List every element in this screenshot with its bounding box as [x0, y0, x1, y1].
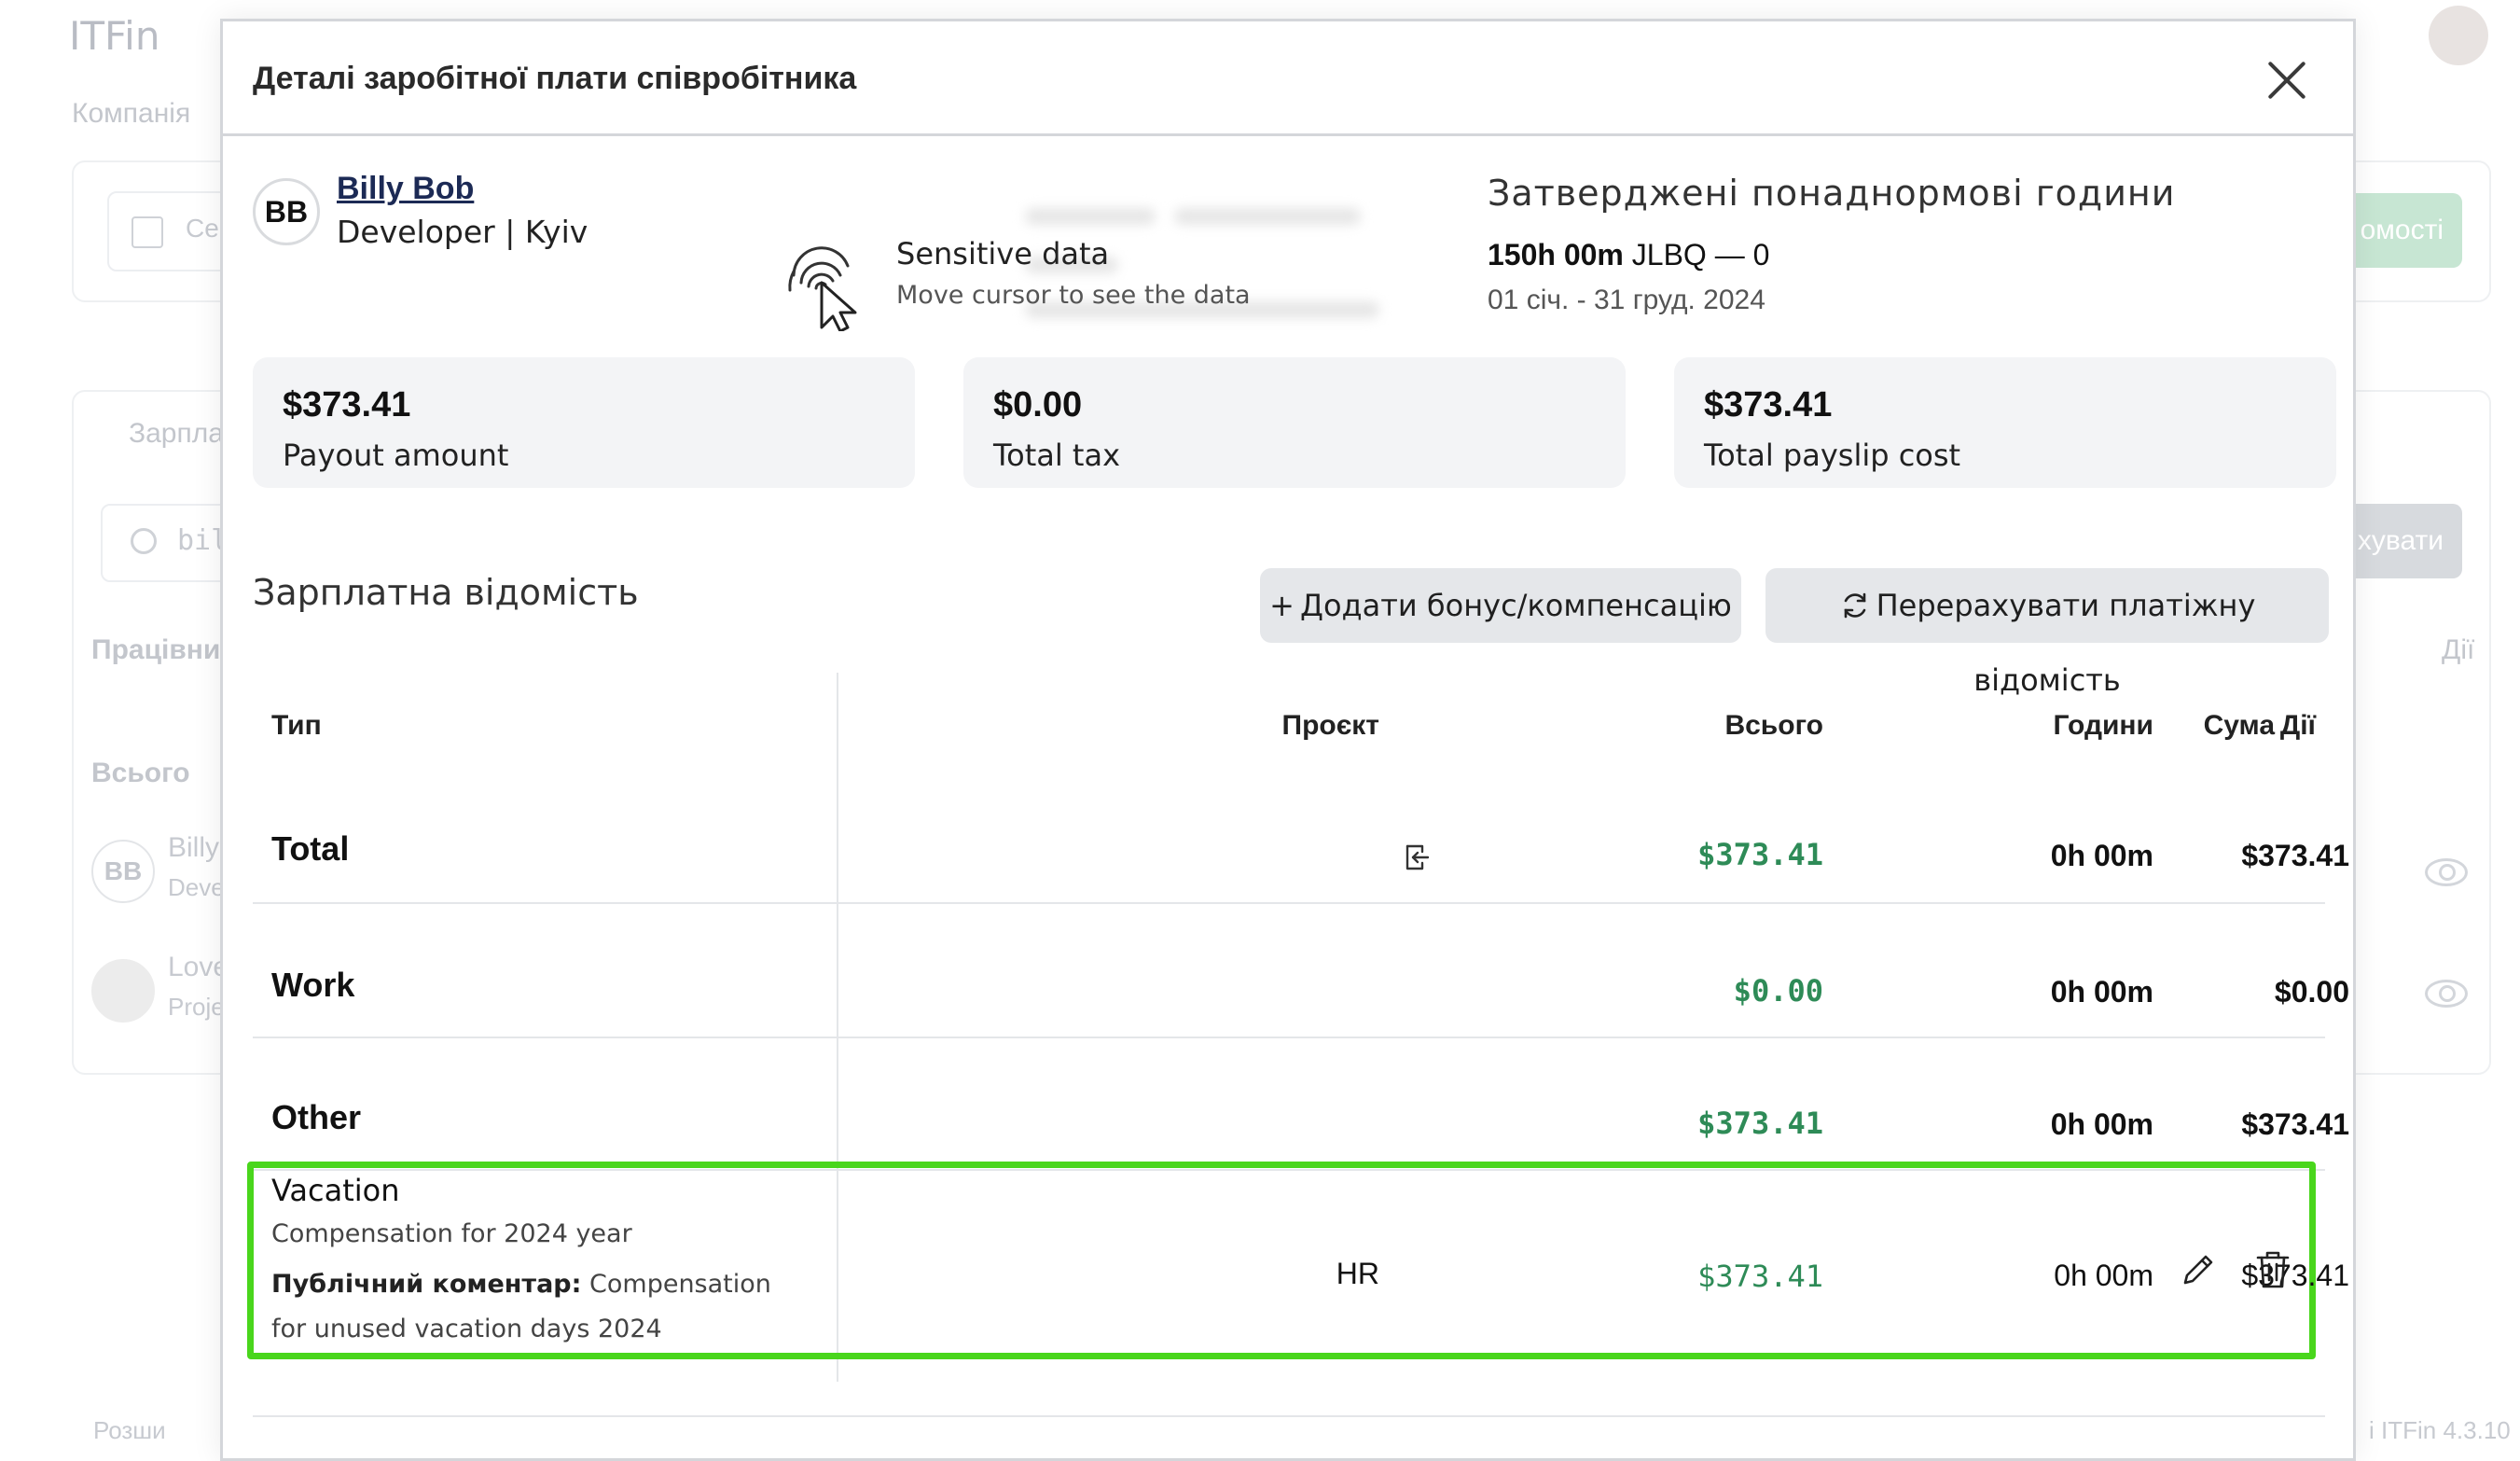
column-actions: Дії	[2442, 634, 2475, 665]
stat-label: Total payslip cost	[1704, 438, 1961, 473]
column-actions: Дії	[2279, 710, 2316, 741]
overtime-code: JLBQ — 0	[1631, 238, 1770, 271]
vacation-sum: $373.41	[2241, 1259, 2349, 1292]
row-type-other: Other	[271, 1098, 362, 1136]
sensitive-subtitle: Move cursor to see the data	[896, 281, 1251, 310]
salary-details-modal: Деталі заробітної плати співробітника BB…	[220, 19, 2356, 1461]
stat-label: Payout amount	[283, 438, 509, 473]
fingerprint-cursor-icon	[788, 246, 857, 331]
user-avatar[interactable]	[2429, 6, 2488, 65]
column-total: Всього	[1724, 710, 1823, 741]
close-icon[interactable]	[2265, 59, 2308, 102]
eye-icon[interactable]	[2425, 858, 2468, 886]
modal-header: Деталі заробітної плати співробітника	[223, 21, 2353, 136]
sensitive-data-overlay[interactable]: Sensitive data Move cursor to see the da…	[782, 171, 1547, 357]
row-type-work: Work	[271, 966, 355, 1004]
stat-value: $373.41	[1704, 385, 1833, 424]
column-employee: Працівни	[91, 634, 221, 665]
vacation-project: HR	[1336, 1257, 1379, 1290]
stat-label: Total tax	[993, 438, 1120, 473]
avatar	[91, 959, 155, 1023]
stat-payslip-cost: $373.41 Total payslip cost	[1674, 357, 2336, 488]
vacation-comment: Публічний коментар: Compensation for unu…	[271, 1262, 794, 1352]
avatar: BB	[253, 178, 320, 245]
eye-icon[interactable]	[2425, 980, 2468, 1008]
section-title: Зарплатна відомість	[253, 572, 639, 613]
app-logo: ITFin	[69, 13, 160, 59]
employee-role: Deve	[168, 873, 225, 901]
stat-tax: $0.00 Total tax	[963, 357, 1626, 488]
modal-footer-divider	[253, 1415, 2325, 1417]
add-bonus-label: Додати бонус/компенсацію	[1299, 588, 1732, 623]
row-divider	[253, 1037, 2325, 1038]
column-type: Тип	[271, 710, 322, 741]
date-filter-text: Се	[186, 214, 219, 243]
employee-role: Proje	[168, 993, 225, 1021]
employee-role: Developer | Kyiv	[337, 214, 588, 250]
overtime-title: Затверджені понаднормові години	[1488, 173, 2176, 214]
row-sum: $0.00	[2274, 975, 2349, 1009]
modal-title: Деталі заробітної плати співробітника	[253, 61, 857, 96]
vacation-total: $373.41	[1697, 1259, 1823, 1294]
column-amount: Сума	[2203, 710, 2275, 741]
sensitive-title: Sensitive data	[896, 236, 1110, 271]
row-total-amount: $373.41	[1697, 1106, 1823, 1141]
edit-icon[interactable]	[2180, 1251, 2217, 1288]
search-icon	[131, 528, 157, 554]
payslip-icon[interactable]	[1400, 841, 1432, 874]
tab-payroll[interactable]: Зарпла	[129, 418, 224, 450]
recalculate-button[interactable]: Перерахувати платіжну відомість	[1765, 568, 2329, 698]
comment-label: Публічний коментар:	[271, 1270, 582, 1299]
column-project: Проєкт	[1281, 710, 1380, 741]
overtime-value: 150h 00m JLBQ — 0	[1488, 238, 1769, 272]
version-text: i ITFin 4.3.10	[2369, 1416, 2511, 1444]
blurred-text	[1025, 208, 1156, 225]
recalc-label: Перерахувати платіжну відомість	[1876, 588, 2256, 698]
employee-name: Billy	[168, 832, 220, 863]
total-label: Всього	[91, 758, 190, 788]
row-sum: $373.41	[2241, 1107, 2349, 1141]
avatar: BB	[91, 840, 155, 903]
employee-name-link[interactable]: Billy Bob	[337, 171, 474, 207]
overtime-hours: 150h 00m	[1488, 238, 1624, 271]
trash-icon[interactable]	[2254, 1249, 2292, 1290]
vacation-description: Compensation for 2024 year	[271, 1219, 632, 1248]
add-bonus-button[interactable]: + Додати бонус/компенсацію	[1260, 568, 1741, 643]
row-divider	[253, 902, 2325, 904]
row-total-amount: $0.00	[1733, 973, 1823, 1009]
row-sum: $373.41	[2241, 839, 2349, 872]
calendar-icon	[132, 216, 163, 248]
refresh-icon	[1844, 592, 1865, 619]
overtime-range: 01 січ. - 31 груд. 2024	[1488, 285, 1765, 315]
expand-link[interactable]: Розши	[93, 1416, 166, 1445]
stat-value: $0.00	[993, 385, 1083, 424]
row-type-total: Total	[271, 829, 350, 868]
stat-payout: $373.41 Payout amount	[253, 357, 915, 488]
blurred-text	[1174, 208, 1361, 225]
vacation-type: Vacation	[271, 1173, 400, 1208]
stat-value: $373.41	[283, 385, 411, 424]
plus-icon: +	[1269, 588, 1295, 623]
row-total-amount: $373.41	[1697, 837, 1823, 872]
breadcrumb: Компанія	[72, 98, 191, 129]
